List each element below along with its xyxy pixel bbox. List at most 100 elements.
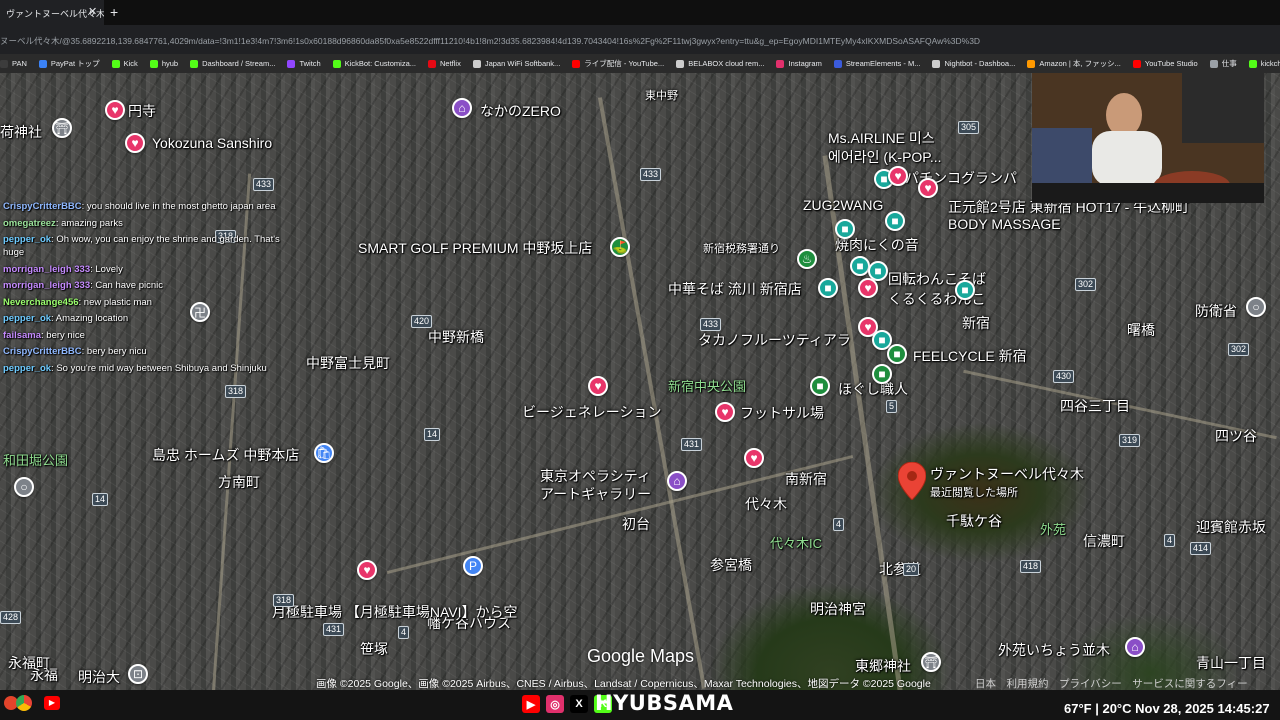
heart-pin-icon[interactable]: ♥ bbox=[858, 278, 878, 298]
shrine-pin-icon[interactable]: ⛩ bbox=[52, 118, 72, 138]
map-place-label[interactable]: 方南町 bbox=[218, 472, 260, 492]
golf-pin-icon[interactable]: ⛳ bbox=[610, 237, 630, 257]
heart-pin-icon[interactable]: ♥ bbox=[588, 376, 608, 396]
museum-pin-icon[interactable]: ⌂ bbox=[667, 471, 687, 491]
map-place-label[interactable]: 四ツ谷 bbox=[1215, 426, 1257, 446]
shop-pin-icon[interactable]: ■ bbox=[818, 278, 838, 298]
map-place-label[interactable]: 防衛省 bbox=[1195, 301, 1237, 321]
map-place-label[interactable]: 外苑いちょう並木 bbox=[998, 640, 1110, 660]
bookmark-item[interactable]: PayPat トップ bbox=[38, 58, 100, 69]
bookmark-item[interactable]: ライブ配信 - YouTube... bbox=[572, 58, 664, 69]
new-tab-button[interactable]: + bbox=[110, 4, 118, 20]
map-place-label[interactable]: 荷神社 bbox=[0, 122, 42, 142]
bookmark-item[interactable]: Netflix bbox=[428, 59, 461, 68]
map-place-label[interactable]: 南新宿 bbox=[785, 469, 827, 489]
map-place-label[interactable]: 島忠 ホームズ 中野本店 bbox=[152, 445, 299, 465]
map-place-label[interactable]: ZUG2WANG bbox=[803, 197, 883, 213]
map-place-label[interactable]: 四谷三丁目 bbox=[1060, 396, 1130, 416]
map-place-label[interactable]: 曙橋 bbox=[1127, 320, 1155, 340]
bookmark-item[interactable]: kickchat bbox=[1248, 59, 1280, 68]
map-place-label[interactable]: 月極駐車場 【月極駐車場NAVI】から空 bbox=[272, 602, 518, 622]
bookmark-item[interactable]: Twitch bbox=[287, 59, 321, 68]
map-place-label[interactable]: 에어라인 (K-POP... bbox=[828, 147, 942, 167]
map-place-label[interactable]: 中野新橋 bbox=[428, 327, 484, 347]
map-place-label[interactable]: 東郷神社 bbox=[855, 656, 911, 676]
bookmark-item[interactable]: hyub bbox=[149, 59, 178, 68]
map-place-label[interactable]: ヴァントヌーベル代々木 bbox=[930, 464, 1084, 484]
shopping-pin-icon[interactable]: 🛍 bbox=[314, 443, 334, 463]
school-pin-icon[interactable]: ⊡ bbox=[128, 664, 148, 684]
selected-location-pin-icon[interactable] bbox=[898, 462, 926, 500]
shop-pin-icon[interactable]: ■ bbox=[810, 376, 830, 396]
bookmark-item[interactable]: Nightbot - Dashboa... bbox=[932, 59, 1015, 68]
youtube-taskbar-icon[interactable]: ▶ bbox=[44, 696, 60, 710]
bookmark-item[interactable]: PAN bbox=[0, 59, 27, 68]
bookmark-item[interactable]: BELABOX cloud rem... bbox=[676, 59, 764, 68]
bookmark-item[interactable]: StreamElements - M... bbox=[833, 59, 920, 68]
bookmark-item[interactable]: Kick bbox=[111, 59, 138, 68]
map-place-label[interactable]: ほぐし職人 bbox=[838, 379, 908, 399]
chrome-icon[interactable] bbox=[16, 695, 32, 711]
map-place-label[interactable]: 円寺 bbox=[128, 101, 156, 121]
map-place-label[interactable]: 新宿 bbox=[962, 313, 990, 333]
gym-pin-icon[interactable]: ■ bbox=[887, 344, 907, 364]
heart-pin-icon[interactable]: ♥ bbox=[125, 133, 145, 153]
map-place-label[interactable]: 初台 bbox=[622, 514, 650, 534]
map-place-label[interactable]: 青山一丁目 bbox=[1196, 653, 1266, 673]
map-place-label[interactable]: SMART GOLF PREMIUM 中野坂上店 bbox=[358, 238, 592, 258]
map-place-label[interactable]: 明治大 bbox=[78, 667, 120, 687]
map-place-label[interactable]: なかのZERO bbox=[480, 101, 561, 121]
map-place-label[interactable]: タカノフルーツティアラ bbox=[698, 330, 851, 350]
shop-pin-icon[interactable]: ■ bbox=[835, 219, 855, 239]
map-place-label[interactable]: 和田堀公園 bbox=[3, 450, 68, 469]
map-place-label[interactable]: 外苑 bbox=[1040, 519, 1066, 538]
map-place-label[interactable]: 参宮橋 bbox=[710, 555, 752, 575]
map-place-label[interactable]: ビージェネレーション bbox=[522, 402, 661, 422]
heart-pin-icon[interactable]: ♥ bbox=[715, 402, 735, 422]
heart-pin-icon[interactable]: ♥ bbox=[357, 560, 377, 580]
map-place-label[interactable]: 信濃町 bbox=[1083, 531, 1125, 551]
url-text[interactable]: ヌーベル代々木/@35.6892218,139.6847761,4029m/da… bbox=[0, 35, 1280, 47]
map-footer-links[interactable]: 日本 利用規約 プライバシー サービスに関するフィー bbox=[975, 676, 1248, 691]
map-place-label[interactable]: Ms.AIRLINE 미스 bbox=[828, 128, 935, 148]
bookmark-item[interactable]: Dashboard / Stream... bbox=[190, 59, 275, 68]
map-place-label[interactable]: 迎賓館赤坂 bbox=[1196, 517, 1266, 537]
map-place-label[interactable]: 東京オペラシティ bbox=[540, 466, 651, 486]
heart-pin-icon[interactable]: ♥ bbox=[105, 100, 125, 120]
map-place-label[interactable]: 明治神宮 bbox=[810, 599, 866, 619]
shop-pin-icon[interactable]: ■ bbox=[885, 211, 905, 231]
map-place-label[interactable]: 新宿中央公園 bbox=[668, 376, 746, 395]
map-place-label[interactable]: 中野富士見町 bbox=[306, 353, 390, 373]
bookmark-item[interactable]: KickBot: Customiza... bbox=[332, 59, 416, 68]
map-place-label[interactable]: BODY MASSAGE bbox=[948, 216, 1061, 232]
landmark-pin-icon[interactable]: ○ bbox=[14, 477, 34, 497]
map-place-label[interactable]: 最近閲覧した場所 bbox=[930, 484, 1018, 500]
shop-pin-icon[interactable]: ■ bbox=[850, 256, 870, 276]
map-place-label[interactable]: 新宿税務署通り bbox=[703, 240, 780, 256]
heart-pin-icon[interactable]: ♥ bbox=[918, 178, 938, 198]
map-place-label[interactable]: 代々木 bbox=[745, 494, 787, 514]
bookmark-item[interactable]: YouTube Studio bbox=[1132, 59, 1198, 68]
heart-pin-icon[interactable]: ♥ bbox=[888, 166, 908, 186]
building-pin-icon[interactable]: ⌂ bbox=[452, 98, 472, 118]
bookmark-item[interactable]: Amazon | 本, ファッシ... bbox=[1027, 58, 1121, 69]
map-place-label[interactable]: Yokozuna Sanshiro bbox=[152, 135, 272, 151]
map-place-label[interactable]: 笹塚 bbox=[360, 639, 388, 659]
map-place-label[interactable]: 東中野 bbox=[645, 87, 678, 103]
bookmark-item[interactable]: Instagram bbox=[776, 59, 822, 68]
bookmark-item[interactable]: Japan WiFi Softbank... bbox=[472, 59, 560, 68]
map-place-label[interactable]: 中華そば 流川 新宿店 bbox=[668, 279, 802, 299]
map-place-label[interactable]: 千駄ケ谷 bbox=[946, 511, 1002, 531]
map-place-label[interactable]: 代々木IC bbox=[770, 533, 822, 552]
museum-pin-icon[interactable]: ⌂ bbox=[1125, 637, 1145, 657]
shop-pin-icon[interactable]: ■ bbox=[872, 364, 892, 384]
shop-pin-icon[interactable]: ■ bbox=[955, 280, 975, 300]
close-tab-icon[interactable]: ✕ bbox=[88, 5, 97, 18]
map-place-label[interactable]: FEELCYCLE 新宿 bbox=[913, 346, 1027, 366]
shrine-pin-icon[interactable]: ⛩ bbox=[921, 652, 941, 672]
parking-pin-icon[interactable]: P bbox=[463, 556, 483, 576]
bookmark-item[interactable]: 仕事 bbox=[1209, 58, 1237, 69]
map-place-label[interactable]: フットサル場 bbox=[740, 403, 824, 423]
map-place-label[interactable]: 永福 bbox=[30, 665, 58, 685]
map-place-label[interactable]: アートギャラリー bbox=[540, 484, 651, 504]
